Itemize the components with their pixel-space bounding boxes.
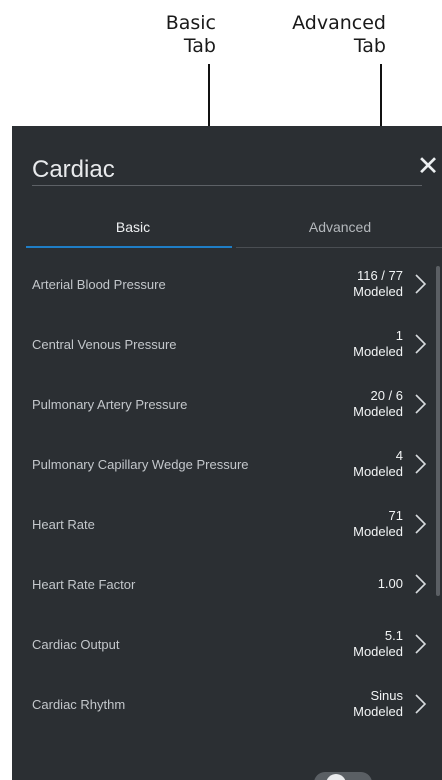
- row-value-mode: Modeled: [353, 344, 403, 359]
- row-value: 1 Modeled: [353, 314, 403, 374]
- list-item-cardiac-output[interactable]: Cardiac Output 5.1 Modeled: [12, 614, 436, 674]
- row-label: Pulmonary Capillary Wedge Pressure: [32, 456, 249, 472]
- panel-title: Cardiac: [32, 156, 115, 183]
- row-value: 71 Modeled: [353, 494, 403, 554]
- list-item-pulmonary-capillary-wedge-pressure[interactable]: Pulmonary Capillary Wedge Pressure 4 Mod…: [12, 434, 436, 494]
- row-value: 5.1 Modeled: [353, 614, 403, 674]
- row-label: Arterial Blood Pressure: [32, 276, 166, 292]
- row-value-number: Sinus: [370, 688, 403, 703]
- title-divider: [32, 185, 422, 186]
- row-value-mode: Modeled: [353, 284, 403, 299]
- list-item-central-venous-pressure[interactable]: Central Venous Pressure 1 Modeled: [12, 314, 436, 374]
- row-label: Central Venous Pressure: [32, 336, 177, 352]
- row-value-number: 71: [388, 508, 403, 523]
- basic-tab-callout-text: Basic Tab: [165, 12, 216, 57]
- chevron-right-icon: [410, 512, 430, 536]
- scrollbar[interactable]: [436, 266, 440, 596]
- row-label: Cardiac Output: [32, 636, 120, 652]
- row-value: 1.00: [378, 554, 403, 614]
- advanced-tab-callout: Advanced Tab: [250, 12, 386, 58]
- list-item-cardiac-rhythm[interactable]: Cardiac Rhythm Sinus Modeled: [12, 674, 436, 734]
- chevron-right-icon: [410, 392, 430, 416]
- row-value-number: 20 / 6: [370, 388, 403, 403]
- row-value: Sinus Modeled: [353, 674, 403, 734]
- row-value: 20 / 6 Modeled: [353, 374, 403, 434]
- row-value-mode: Modeled: [353, 644, 403, 659]
- row-value-number: 4: [395, 448, 403, 463]
- row-value: 116 / 77 Modeled: [353, 254, 403, 314]
- list-item-pulmonary-artery-pressure[interactable]: Pulmonary Artery Pressure 20 / 6 Modeled: [12, 374, 436, 434]
- advanced-tab-callout-text: Advanced Tab: [292, 12, 386, 57]
- tab-advanced[interactable]: Advanced: [238, 216, 442, 238]
- chevron-right-icon: [410, 452, 430, 476]
- row-value: 4 Modeled: [353, 434, 403, 494]
- close-icon[interactable]: ✕: [416, 152, 440, 180]
- chevron-right-icon: [410, 632, 430, 656]
- list-item-heart-rate-factor[interactable]: Heart Rate Factor 1.00: [12, 554, 436, 614]
- row-value-mode: Modeled: [353, 464, 403, 479]
- tab-basic-active-indicator: [26, 246, 232, 248]
- row-label: Heart Rate: [32, 516, 95, 532]
- row-value-number: 1.00: [377, 576, 403, 591]
- tab-basic[interactable]: Basic: [26, 216, 240, 238]
- row-value-mode: Modeled: [353, 524, 403, 539]
- chevron-right-icon: [410, 332, 430, 356]
- basic-tab-callout: Basic Tab: [120, 12, 216, 58]
- list-item-arterial-blood-pressure[interactable]: Arterial Blood Pressure 116 / 77 Modeled: [12, 254, 436, 314]
- chevron-right-icon: [410, 572, 430, 596]
- cardiac-panel: Cardiac ✕ Basic Advanced Arterial Blood …: [12, 126, 442, 780]
- tab-advanced-underline: [236, 247, 442, 248]
- row-value-number: 116 / 77: [356, 268, 403, 283]
- row-value-number: 1: [395, 328, 403, 343]
- list-item-heart-rate[interactable]: Heart Rate 71 Modeled: [12, 494, 436, 554]
- row-value-mode: Modeled: [353, 404, 403, 419]
- row-value-number: 5.1: [384, 628, 403, 643]
- row-value-mode: Modeled: [353, 704, 403, 719]
- row-label: Cardiac Rhythm: [32, 696, 126, 712]
- row-label: Pulmonary Artery Pressure: [32, 396, 188, 412]
- chevron-right-icon: [410, 692, 430, 716]
- row-label: Heart Rate Factor: [32, 576, 136, 592]
- chevron-right-icon: [410, 272, 430, 296]
